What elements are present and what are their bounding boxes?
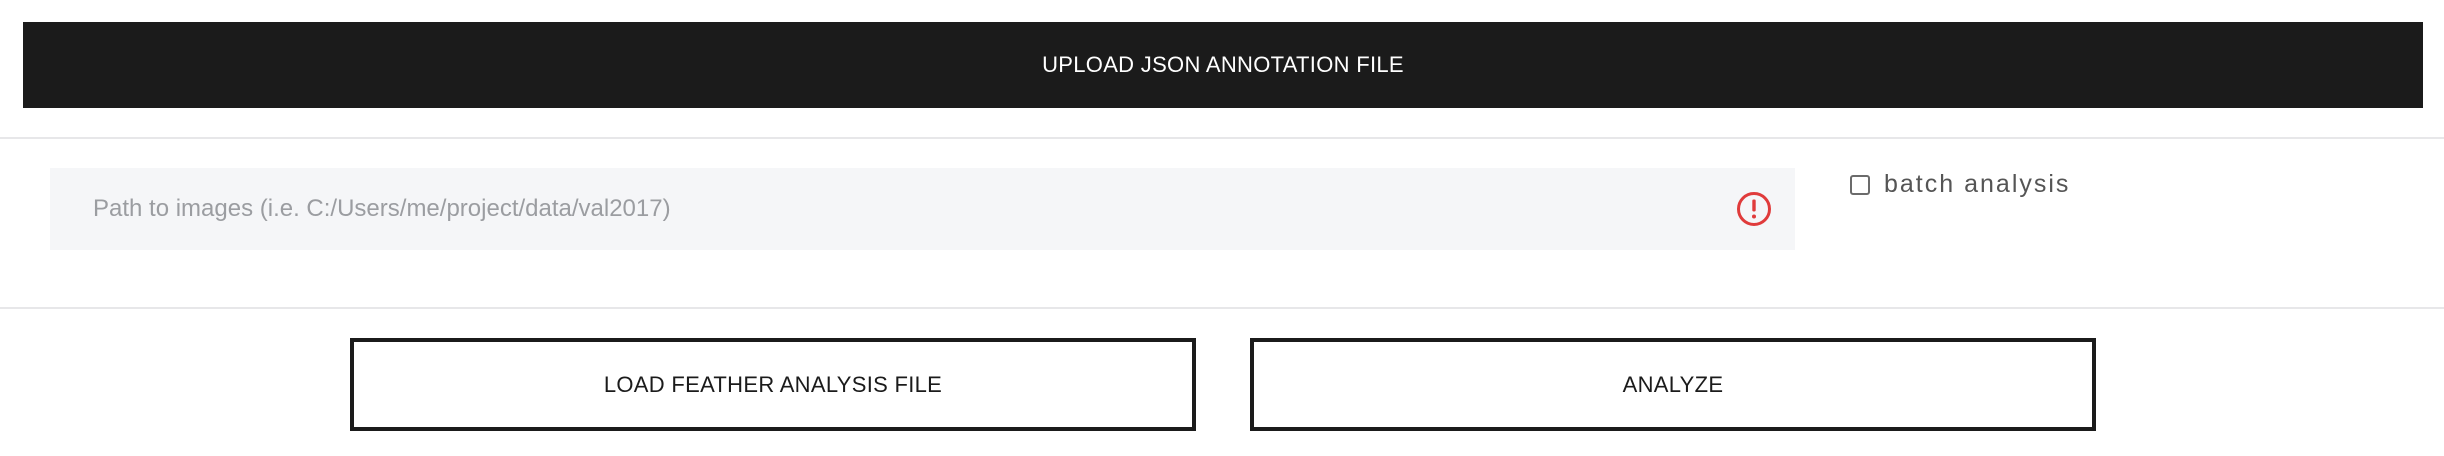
batch-analysis-label: batch analysis — [1884, 170, 2071, 198]
load-button-label: LOAD FEATHER ANALYSIS FILE — [603, 371, 943, 397]
upload-button-label: UPLOAD JSON ANNOTATION FILE — [1042, 52, 1404, 77]
warning-circle-icon — [1737, 192, 1771, 226]
divider-bottom — [0, 307, 2444, 309]
load-feather-analysis-button[interactable]: LOAD FEATHER ANALYSIS FILE — [350, 338, 1196, 431]
upload-json-annotation-button[interactable]: UPLOAD JSON ANNOTATION FILE — [23, 22, 2423, 108]
path-to-images-input[interactable] — [50, 168, 1795, 250]
batch-analysis-option[interactable]: batch analysis — [1850, 170, 2070, 199]
batch-analysis-checkbox[interactable] — [1850, 174, 1870, 195]
analyze-button-label: ANALYZE — [1622, 371, 1724, 397]
analyze-button[interactable]: ANALYZE — [1250, 338, 2096, 431]
path-to-images-field — [50, 168, 1795, 250]
divider-top — [0, 137, 2444, 139]
